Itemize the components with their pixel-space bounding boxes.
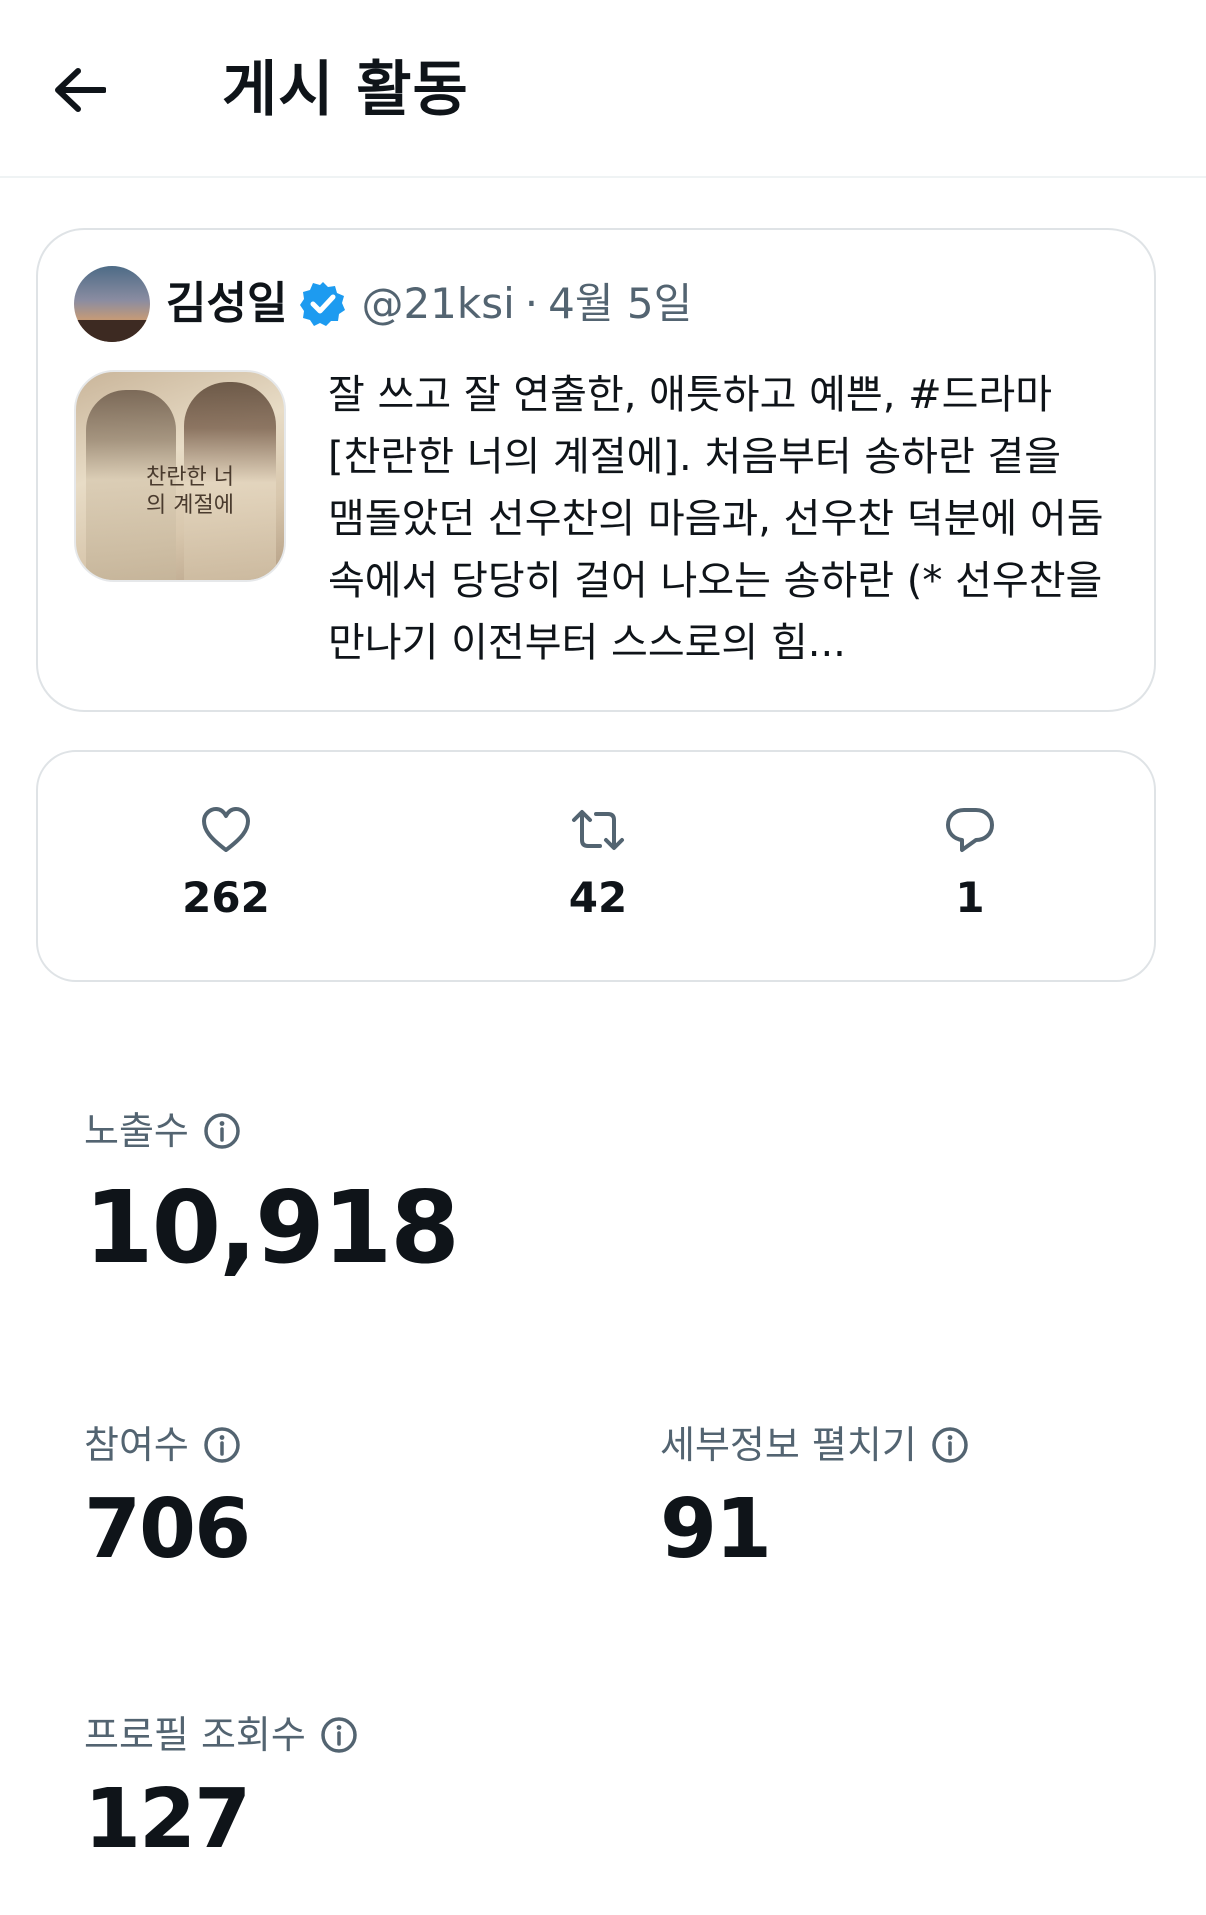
impressions-metric: 노출수 10,918 xyxy=(84,1106,460,1288)
replies-stat[interactable]: 1 xyxy=(870,804,1070,926)
heart-icon xyxy=(202,807,250,852)
engagements-label: 참여수 xyxy=(84,1423,189,1467)
avatar[interactable] xyxy=(74,266,150,342)
engagements-value: 706 xyxy=(84,1482,251,1577)
reposts-stat[interactable]: 42 xyxy=(498,804,698,926)
detail-expands-label: 세부정보 펼치기 xyxy=(660,1423,917,1467)
detail-expands-value: 91 xyxy=(660,1482,772,1577)
verified-badge-icon xyxy=(299,280,347,328)
info-icon[interactable] xyxy=(203,1112,241,1150)
repost-icon xyxy=(572,810,624,850)
profile-visits-value: 127 xyxy=(84,1772,251,1867)
author-name[interactable]: 김성일 xyxy=(166,266,287,342)
engagement-summary: 262 42 1 xyxy=(36,750,1156,982)
impressions-value: 10,918 xyxy=(84,1169,460,1286)
poster-title: 찬란한 너의 계절에 xyxy=(146,465,234,518)
likes-count: 262 xyxy=(182,873,270,922)
reply-icon xyxy=(946,808,994,852)
page-title: 게시 활동 xyxy=(222,55,469,125)
post-text: 잘 쓰고 잘 연출한, 애틋하고 예쁜, #드라마 [찬란한 너의 계절에]. … xyxy=(328,372,1104,666)
separator-dot: · xyxy=(524,279,539,328)
post-media-thumbnail[interactable]: 찬란한 너의 계절에 xyxy=(74,370,286,582)
post-preview-card[interactable]: 김성일 @21ksi · 4월 5일 찬란한 너의 계절에 잘 쓰고 잘 연출한… xyxy=(36,228,1156,712)
engagements-metric: 참여수 706 xyxy=(84,1420,251,1580)
top-bar: 게시 활동 xyxy=(0,0,1206,178)
arrow-left-icon xyxy=(55,68,106,112)
replies-count: 1 xyxy=(955,873,985,922)
post-date: 4월 5일 xyxy=(548,279,693,328)
profile-visits-label: 프로필 조회수 xyxy=(84,1713,306,1757)
profile-visits-metric: 프로필 조회수 127 xyxy=(84,1710,358,1870)
back-button[interactable] xyxy=(40,50,120,130)
post-author-row: 김성일 @21ksi · 4월 5일 xyxy=(166,266,692,342)
info-icon[interactable] xyxy=(320,1716,358,1754)
author-handle: @21ksi xyxy=(361,279,515,328)
detail-expands-metric: 세부정보 펼치기 91 xyxy=(660,1420,969,1580)
impressions-label: 노출수 xyxy=(84,1109,189,1153)
info-icon[interactable] xyxy=(203,1426,241,1464)
info-icon[interactable] xyxy=(931,1426,969,1464)
reposts-count: 42 xyxy=(568,873,628,922)
likes-stat[interactable]: 262 xyxy=(126,804,326,926)
